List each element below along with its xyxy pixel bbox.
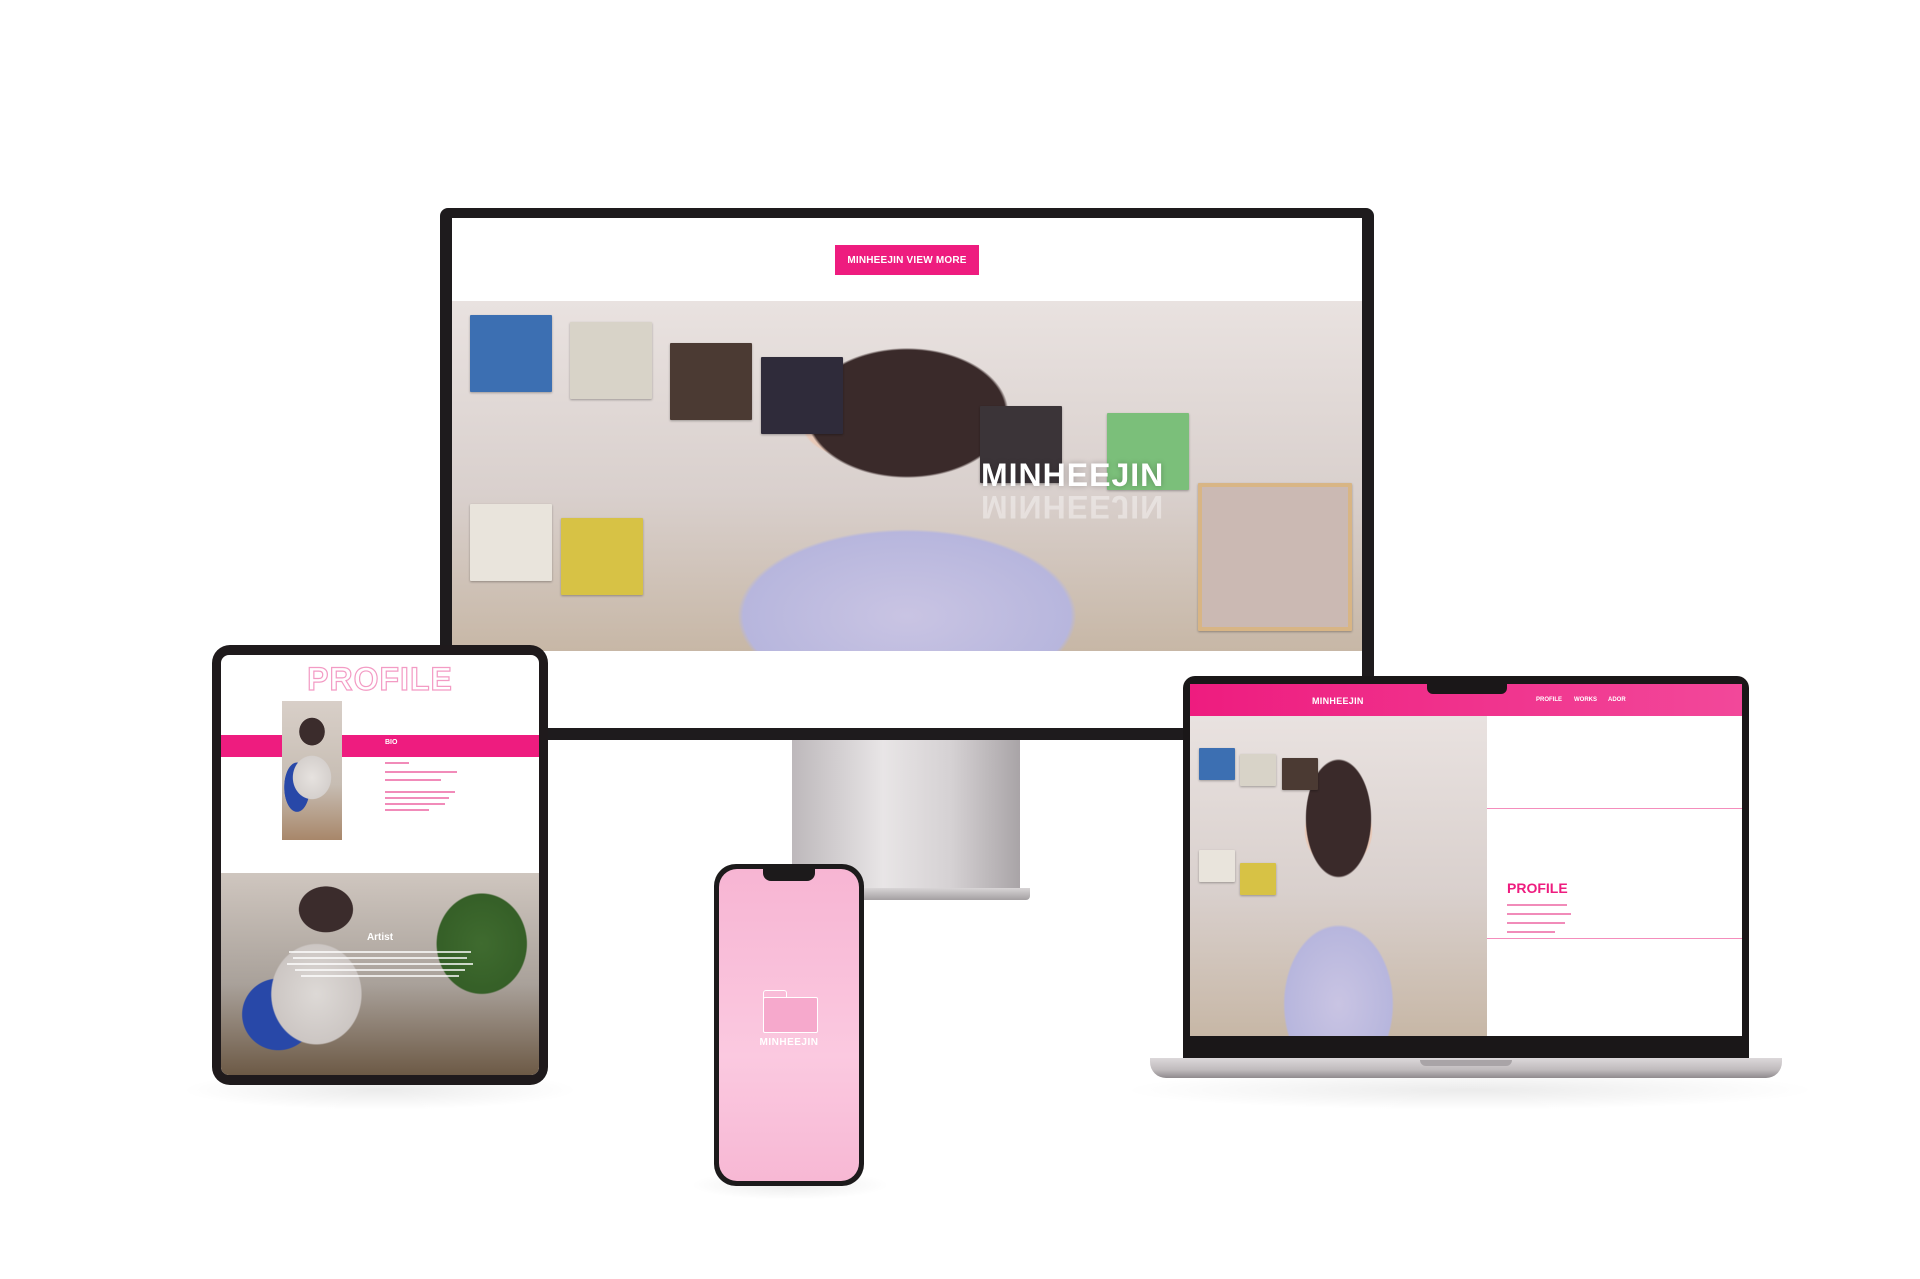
profile-photo — [282, 701, 342, 840]
profile-title: PROFILE — [1507, 880, 1568, 896]
nav-item-ador[interactable]: ADOR — [1608, 697, 1626, 703]
framed-picture — [1198, 483, 1352, 631]
artist-text-line — [287, 963, 473, 965]
cd-cover — [1240, 863, 1277, 896]
cd-cover — [1282, 757, 1318, 790]
profile-text-line — [1507, 922, 1565, 924]
nav-item-works[interactable]: WORKS — [1574, 697, 1597, 703]
nav-item-profile[interactable]: PROFILE — [1536, 697, 1562, 703]
folder-icon[interactable] — [763, 990, 819, 1034]
artist-text-line — [293, 957, 467, 959]
profile-text-line — [1507, 931, 1555, 933]
cd-cover — [761, 357, 844, 434]
folder-body — [763, 997, 818, 1033]
site-logo[interactable]: MINHEEJIN — [1312, 696, 1364, 706]
bio-text-line — [385, 803, 445, 805]
hero-title: MINHEEJIN — [981, 457, 1165, 493]
divider — [1487, 808, 1742, 809]
bio-band — [221, 735, 539, 757]
cd-cover — [470, 315, 553, 392]
bio-text-line — [385, 797, 449, 799]
phone-notch — [763, 869, 815, 881]
bio-text-line — [385, 791, 455, 793]
cd-cover — [561, 518, 644, 595]
view-more-button[interactable]: MINHEEJIN VIEW MORE — [835, 245, 979, 275]
cd-cover — [670, 343, 753, 420]
profile-text-line — [1507, 913, 1571, 915]
profile-heading: PROFILE — [307, 660, 453, 697]
artist-text-line — [289, 951, 471, 953]
cd-cover — [1240, 754, 1277, 787]
profile-photo — [1190, 716, 1487, 1036]
folder-label[interactable]: MINHEEJIN — [719, 1037, 859, 1048]
bio-label: BIO — [385, 739, 398, 746]
divider — [1487, 938, 1742, 939]
artist-title: Artist — [366, 932, 394, 943]
tablet-screen: PROFILE BIO Artist — [221, 655, 539, 1075]
artist-text-line — [301, 975, 459, 977]
mockup-canvas: { "monitor": { "view_more_button": "MINH… — [0, 0, 1920, 1279]
profile-text-line — [1507, 904, 1567, 906]
cd-cover — [470, 504, 553, 581]
hero-photo — [452, 301, 1362, 651]
cd-cover — [570, 322, 653, 399]
bio-text-line — [385, 779, 441, 781]
monitor-screen: MINHEEJIN VIEW MORE MINHEEJIN MINHEEJIN — [452, 218, 1362, 728]
cd-cover — [1198, 748, 1235, 780]
artist-photo — [221, 873, 539, 1075]
laptop-base-notch — [1420, 1060, 1512, 1066]
bio-text-line — [385, 771, 457, 773]
bio-text-line — [385, 762, 409, 764]
cd-cover — [1198, 850, 1235, 883]
phone-screen: MINHEEJIN — [719, 869, 859, 1181]
camera-notch — [1427, 684, 1507, 694]
artist-text-line — [295, 969, 465, 971]
bio-text-line — [385, 809, 429, 811]
laptop-screen: MINHEEJIN PROFILE WORKS ADOR PROFILE — [1190, 684, 1742, 1036]
